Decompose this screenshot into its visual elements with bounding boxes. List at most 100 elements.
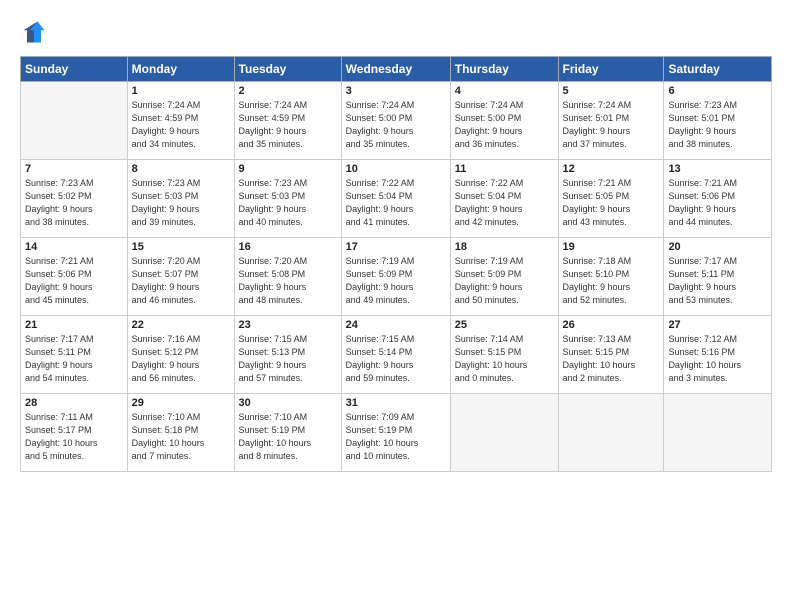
- day-number: 11: [455, 163, 554, 175]
- day-info: Sunrise: 7:22 AM Sunset: 5:04 PM Dayligh…: [455, 177, 554, 229]
- calendar-week-row: 1 Sunrise: 7:24 AM Sunset: 4:59 PM Daylig…: [21, 82, 772, 160]
- calendar-day: 28 Sunrise: 7:11 AM Sunset: 5:17 PM Dayli…: [21, 394, 128, 472]
- calendar-week-row: 7 Sunrise: 7:23 AM Sunset: 5:02 PM Daylig…: [21, 160, 772, 238]
- calendar-day: 8 Sunrise: 7:23 AM Sunset: 5:03 PM Daylig…: [127, 160, 234, 238]
- day-info: Sunrise: 7:12 AM Sunset: 5:16 PM Dayligh…: [668, 333, 767, 385]
- day-info: Sunrise: 7:19 AM Sunset: 5:09 PM Dayligh…: [455, 255, 554, 307]
- day-number: 16: [239, 241, 337, 253]
- day-number: 2: [239, 85, 337, 97]
- header-cell: Monday: [127, 57, 234, 82]
- day-number: 1: [132, 85, 230, 97]
- day-info: Sunrise: 7:16 AM Sunset: 5:12 PM Dayligh…: [132, 333, 230, 385]
- day-number: 13: [668, 163, 767, 175]
- header-cell: Thursday: [450, 57, 558, 82]
- day-info: Sunrise: 7:22 AM Sunset: 5:04 PM Dayligh…: [346, 177, 446, 229]
- calendar-day: 21 Sunrise: 7:17 AM Sunset: 5:11 PM Dayli…: [21, 316, 128, 394]
- header-cell: Friday: [558, 57, 664, 82]
- calendar-day: [558, 394, 664, 472]
- day-info: Sunrise: 7:14 AM Sunset: 5:15 PM Dayligh…: [455, 333, 554, 385]
- day-number: 23: [239, 319, 337, 331]
- calendar-day: 7 Sunrise: 7:23 AM Sunset: 5:02 PM Daylig…: [21, 160, 128, 238]
- header-cell: Tuesday: [234, 57, 341, 82]
- day-number: 9: [239, 163, 337, 175]
- calendar-day: 25 Sunrise: 7:14 AM Sunset: 5:15 PM Dayli…: [450, 316, 558, 394]
- day-info: Sunrise: 7:23 AM Sunset: 5:01 PM Dayligh…: [668, 99, 767, 151]
- day-info: Sunrise: 7:20 AM Sunset: 5:08 PM Dayligh…: [239, 255, 337, 307]
- day-info: Sunrise: 7:15 AM Sunset: 5:14 PM Dayligh…: [346, 333, 446, 385]
- calendar-day: [450, 394, 558, 472]
- day-info: Sunrise: 7:19 AM Sunset: 5:09 PM Dayligh…: [346, 255, 446, 307]
- calendar-day: 5 Sunrise: 7:24 AM Sunset: 5:01 PM Daylig…: [558, 82, 664, 160]
- day-info: Sunrise: 7:23 AM Sunset: 5:02 PM Dayligh…: [25, 177, 123, 229]
- day-number: 10: [346, 163, 446, 175]
- day-info: Sunrise: 7:23 AM Sunset: 5:03 PM Dayligh…: [239, 177, 337, 229]
- day-info: Sunrise: 7:10 AM Sunset: 5:19 PM Dayligh…: [239, 411, 337, 463]
- calendar-day: 11 Sunrise: 7:22 AM Sunset: 5:04 PM Dayli…: [450, 160, 558, 238]
- day-number: 8: [132, 163, 230, 175]
- header-row: SundayMondayTuesdayWednesdayThursdayFrid…: [21, 57, 772, 82]
- day-number: 31: [346, 397, 446, 409]
- calendar-day: 15 Sunrise: 7:20 AM Sunset: 5:07 PM Dayli…: [127, 238, 234, 316]
- day-info: Sunrise: 7:24 AM Sunset: 4:59 PM Dayligh…: [239, 99, 337, 151]
- day-info: Sunrise: 7:24 AM Sunset: 5:00 PM Dayligh…: [455, 99, 554, 151]
- day-number: 18: [455, 241, 554, 253]
- day-info: Sunrise: 7:15 AM Sunset: 5:13 PM Dayligh…: [239, 333, 337, 385]
- calendar-day: 18 Sunrise: 7:19 AM Sunset: 5:09 PM Dayli…: [450, 238, 558, 316]
- day-info: Sunrise: 7:17 AM Sunset: 5:11 PM Dayligh…: [25, 333, 123, 385]
- calendar-day: 27Sunrise: 7:12 AM Sunset: 5:16 PM Dayli…: [664, 316, 772, 394]
- day-number: 14: [25, 241, 123, 253]
- day-number: 28: [25, 397, 123, 409]
- day-number: 20: [668, 241, 767, 253]
- calendar-day: 31 Sunrise: 7:09 AM Sunset: 5:19 PM Dayli…: [341, 394, 450, 472]
- day-number: 15: [132, 241, 230, 253]
- day-info: Sunrise: 7:24 AM Sunset: 5:01 PM Dayligh…: [563, 99, 660, 151]
- day-info: Sunrise: 7:17 AM Sunset: 5:11 PM Dayligh…: [668, 255, 767, 307]
- day-info: Sunrise: 7:09 AM Sunset: 5:19 PM Dayligh…: [346, 411, 446, 463]
- day-number: 6: [668, 85, 767, 97]
- calendar-week-row: 28 Sunrise: 7:11 AM Sunset: 5:17 PM Dayli…: [21, 394, 772, 472]
- header-cell: Saturday: [664, 57, 772, 82]
- calendar-day: 4 Sunrise: 7:24 AM Sunset: 5:00 PM Daylig…: [450, 82, 558, 160]
- calendar-day: 20 Sunrise: 7:17 AM Sunset: 5:11 PM Dayli…: [664, 238, 772, 316]
- day-number: 7: [25, 163, 123, 175]
- day-info: Sunrise: 7:13 AM Sunset: 5:15 PM Dayligh…: [563, 333, 660, 385]
- calendar-day: 30 Sunrise: 7:10 AM Sunset: 5:19 PM Dayli…: [234, 394, 341, 472]
- header-cell: Sunday: [21, 57, 128, 82]
- day-info: Sunrise: 7:18 AM Sunset: 5:10 PM Dayligh…: [563, 255, 660, 307]
- calendar-week-row: 14 Sunrise: 7:21 AM Sunset: 5:06 PM Dayli…: [21, 238, 772, 316]
- day-number: 12: [563, 163, 660, 175]
- day-number: 29: [132, 397, 230, 409]
- day-info: Sunrise: 7:11 AM Sunset: 5:17 PM Dayligh…: [25, 411, 123, 463]
- calendar-day: 2 Sunrise: 7:24 AM Sunset: 4:59 PM Daylig…: [234, 82, 341, 160]
- header: [20, 18, 772, 46]
- header-cell: Wednesday: [341, 57, 450, 82]
- day-number: 4: [455, 85, 554, 97]
- calendar-day: 22 Sunrise: 7:16 AM Sunset: 5:12 PM Dayli…: [127, 316, 234, 394]
- day-number: 24: [346, 319, 446, 331]
- calendar-day: 16 Sunrise: 7:20 AM Sunset: 5:08 PM Dayli…: [234, 238, 341, 316]
- calendar-day: 10 Sunrise: 7:22 AM Sunset: 5:04 PM Dayli…: [341, 160, 450, 238]
- calendar-day: 19Sunrise: 7:18 AM Sunset: 5:10 PM Dayli…: [558, 238, 664, 316]
- calendar-day: [21, 82, 128, 160]
- calendar-week-row: 21 Sunrise: 7:17 AM Sunset: 5:11 PM Dayli…: [21, 316, 772, 394]
- day-number: 5: [563, 85, 660, 97]
- day-info: Sunrise: 7:21 AM Sunset: 5:06 PM Dayligh…: [25, 255, 123, 307]
- calendar-day: 29Sunrise: 7:10 AM Sunset: 5:18 PM Dayli…: [127, 394, 234, 472]
- day-number: 21: [25, 319, 123, 331]
- calendar-day: 24 Sunrise: 7:15 AM Sunset: 5:14 PM Dayli…: [341, 316, 450, 394]
- calendar-day: 13 Sunrise: 7:21 AM Sunset: 5:06 PM Dayli…: [664, 160, 772, 238]
- calendar-day: 1Sunrise: 7:24 AM Sunset: 4:59 PM Daylig…: [127, 82, 234, 160]
- calendar-day: 12 Sunrise: 7:21 AM Sunset: 5:05 PM Dayli…: [558, 160, 664, 238]
- day-number: 22: [132, 319, 230, 331]
- day-info: Sunrise: 7:21 AM Sunset: 5:05 PM Dayligh…: [563, 177, 660, 229]
- calendar: SundayMondayTuesdayWednesdayThursdayFrid…: [20, 56, 772, 472]
- calendar-day: 14 Sunrise: 7:21 AM Sunset: 5:06 PM Dayli…: [21, 238, 128, 316]
- logo: [20, 18, 52, 46]
- day-number: 30: [239, 397, 337, 409]
- calendar-day: 3Sunrise: 7:24 AM Sunset: 5:00 PM Daylig…: [341, 82, 450, 160]
- day-info: Sunrise: 7:20 AM Sunset: 5:07 PM Dayligh…: [132, 255, 230, 307]
- day-number: 25: [455, 319, 554, 331]
- day-number: 17: [346, 241, 446, 253]
- day-info: Sunrise: 7:23 AM Sunset: 5:03 PM Dayligh…: [132, 177, 230, 229]
- day-info: Sunrise: 7:21 AM Sunset: 5:06 PM Dayligh…: [668, 177, 767, 229]
